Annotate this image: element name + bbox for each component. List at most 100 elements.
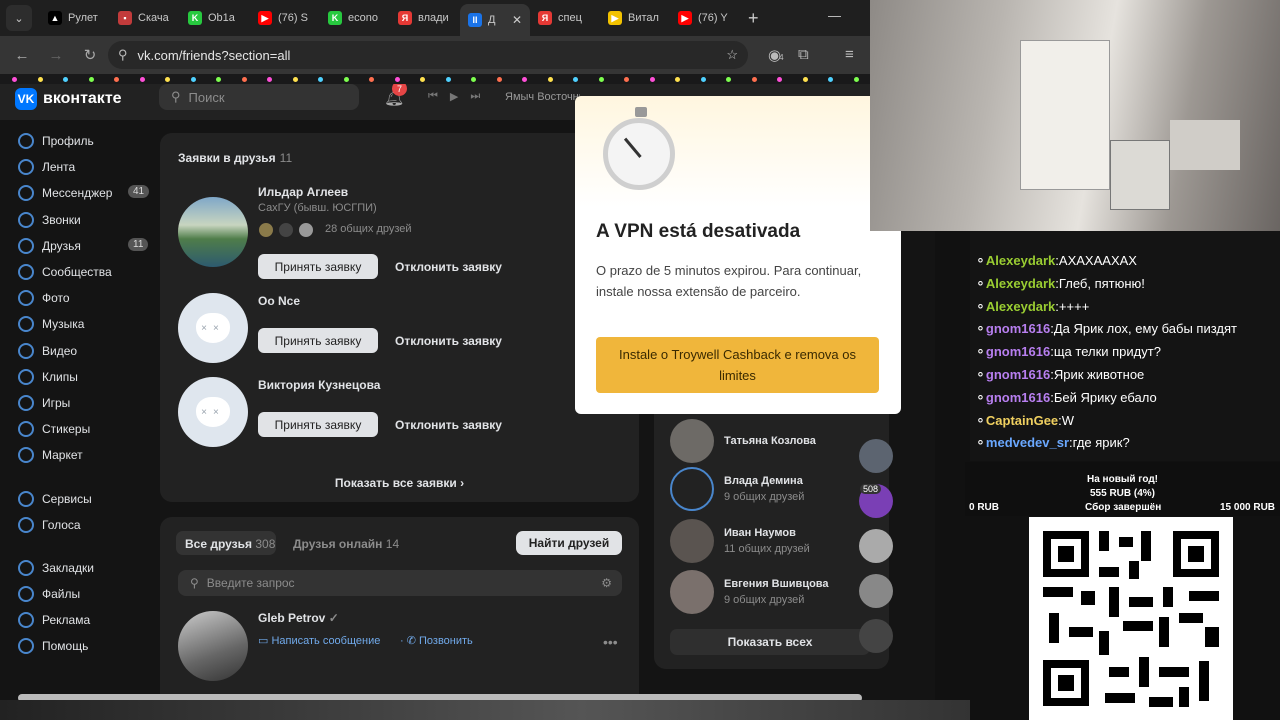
sidebar-item[interactable]: Стикеры xyxy=(0,416,155,442)
bookmark-star-icon[interactable]: ☆ xyxy=(726,47,738,63)
tab-1[interactable]: ▪ Скача xyxy=(110,4,180,32)
garland-bulb xyxy=(37,77,43,82)
sidebar-item[interactable]: Лента xyxy=(0,154,155,180)
show-all-requests-link[interactable]: Показать все заявки › xyxy=(160,476,639,490)
list-item[interactable]: Влада Демина 9 общих друзей xyxy=(670,467,804,511)
sidebar-item[interactable]: Фото xyxy=(0,285,155,311)
filter-icon[interactable]: ⚙ xyxy=(601,576,612,590)
decline-request-button[interactable]: Отклонить заявку xyxy=(395,334,502,348)
chat-username: gnom1616 xyxy=(985,344,1051,360)
chat-avatar[interactable] xyxy=(859,439,893,473)
sidebar-item-label: Сообщества xyxy=(42,265,112,280)
accept-request-button[interactable]: Принять заявку xyxy=(258,328,378,353)
tab-8[interactable]: ▶ Витал xyxy=(600,4,670,32)
tab-9[interactable]: ▶ (76) Y xyxy=(670,4,740,32)
sidebar-item[interactable]: Сервисы xyxy=(0,485,155,511)
sidebar-icon xyxy=(18,559,34,576)
vk-sidebar: Профиль Лента Мессенджер 41 Звонки Друзья 11 Со… xyxy=(0,128,155,660)
garland-bulb xyxy=(394,77,400,82)
find-friends-button[interactable]: Найти друзей xyxy=(516,531,622,555)
chat-avatar[interactable] xyxy=(859,619,893,653)
accept-request-button[interactable]: Принять заявку xyxy=(258,254,378,279)
requests-count: 11 xyxy=(279,151,293,165)
request-name[interactable]: Виктория Кузнецова xyxy=(258,378,380,392)
tab-7[interactable]: Яспец xyxy=(530,4,600,32)
list-item[interactable]: Татьяна Козлова xyxy=(670,419,816,463)
forward-arrow-icon[interactable]: → xyxy=(48,47,64,64)
sidebar-item[interactable]: Музыка xyxy=(0,311,155,337)
tab-4[interactable]: Kecono xyxy=(320,4,390,32)
sidebar-icon xyxy=(18,447,34,464)
sidebar-item[interactable]: Помощь xyxy=(0,633,155,659)
minimize-icon[interactable]: — xyxy=(828,8,841,23)
more-icon[interactable]: ••• xyxy=(603,634,618,650)
list-item[interactable]: Евгения Вшивцова 9 общих друзей xyxy=(670,570,829,614)
next-track-icon[interactable]: ⏭ xyxy=(470,90,480,103)
track-title[interactable]: Ямыч Восточный Округ, SUMUS – С xyxy=(505,91,580,103)
chat-avatar[interactable] xyxy=(859,529,893,563)
menu-icon[interactable]: ≡ xyxy=(845,46,854,63)
sidebar-item[interactable]: Сообщества xyxy=(0,259,155,285)
puzzle-icon[interactable]: ⧉ xyxy=(798,46,809,63)
vk-logo[interactable]: VK вконтакте xyxy=(15,88,122,110)
write-message-link[interactable]: ▭ Написать сообщение xyxy=(258,634,380,647)
back-arrow-icon[interactable]: ← xyxy=(14,47,30,64)
close-tab-icon[interactable]: ✕ xyxy=(512,13,522,27)
sidebar-item[interactable]: Мессенджер 41 xyxy=(0,180,155,206)
garland-bulb xyxy=(726,77,731,82)
sidebar-item[interactable]: Игры xyxy=(0,390,155,416)
sidebar-item[interactable]: Маркет xyxy=(0,442,155,468)
tab-favicon-icon: Я xyxy=(538,11,552,25)
decline-request-button[interactable]: Отклонить заявку xyxy=(395,418,502,432)
sidebar-item[interactable]: Друзья 11 xyxy=(0,233,155,259)
sidebar-item[interactable]: Файлы xyxy=(0,581,155,607)
show-all-button[interactable]: Показать всех xyxy=(670,629,870,655)
tab-label: Д xyxy=(488,14,496,26)
sidebar-item[interactable]: Видео xyxy=(0,338,155,364)
sidebar-item[interactable]: Клипы xyxy=(0,364,155,390)
tab-5[interactable]: Явлади xyxy=(390,4,460,32)
avatar[interactable] xyxy=(178,197,248,267)
extension-icon[interactable]: ◉4 xyxy=(768,46,784,64)
tab-6[interactable]: II Д ✕ xyxy=(460,4,530,36)
tab-label: Рулет xyxy=(68,12,98,24)
reload-icon[interactable]: ↻ xyxy=(82,46,98,64)
tab-2[interactable]: K Ob1a xyxy=(180,4,250,32)
list-item[interactable]: Иван Наумов 11 общих друзей xyxy=(670,519,810,563)
tab-3[interactable]: ▶ (76) S xyxy=(250,4,320,32)
tab-favicon-icon: ▲ xyxy=(48,11,62,25)
play-icon[interactable]: ▶ xyxy=(450,90,458,103)
avatar[interactable] xyxy=(178,611,248,681)
friend-name[interactable]: Gleb Petrov ✓ xyxy=(258,611,339,625)
sidebar-item[interactable]: Закладки xyxy=(0,555,155,581)
avatar[interactable]: ×× xyxy=(178,377,248,447)
accept-request-button[interactable]: Принять заявку xyxy=(258,412,378,437)
tab-0[interactable]: ▲ Рулет xyxy=(40,4,110,32)
request-name[interactable]: Ильдар Аглеев xyxy=(258,185,348,199)
call-link[interactable]: · ✆ Позвонить xyxy=(400,634,473,647)
garland-bulb xyxy=(12,77,17,82)
tab-all-friends[interactable]: Все друзья 308 xyxy=(185,537,275,551)
request-name[interactable]: Oo Nce xyxy=(258,294,300,308)
sidebar-item[interactable]: Реклама xyxy=(0,607,155,633)
vk-search-input[interactable]: ⚲ Поиск xyxy=(159,84,359,110)
new-tab-button[interactable]: + xyxy=(748,8,759,29)
avatar[interactable]: ×× xyxy=(178,293,248,363)
garland-bulb xyxy=(343,77,349,82)
tab-search-button[interactable]: ⌄ xyxy=(6,5,32,31)
install-extension-button[interactable]: Instale o Troywell Cashback e remova os … xyxy=(596,337,879,393)
prev-track-icon[interactable]: ⏮ xyxy=(428,90,438,103)
chat-message: ⚬gnom1616:Ярик животное xyxy=(975,367,1145,382)
mutual-friends[interactable]: 28 общих друзей xyxy=(325,223,412,235)
sidebar-item[interactable]: Профиль xyxy=(0,128,155,154)
friends-search-input[interactable]: ⚲ Введите запрос ⚙ xyxy=(178,570,622,596)
decline-request-button[interactable]: Отклонить заявку xyxy=(395,260,502,274)
tab-online-friends[interactable]: Друзья онлайн 14 xyxy=(293,537,399,551)
sidebar-item[interactable]: Голоса xyxy=(0,512,155,538)
site-info-icon[interactable]: ⚲ xyxy=(118,47,128,63)
search-icon: ⚲ xyxy=(171,89,181,104)
chat-avatar[interactable] xyxy=(859,574,893,608)
unread-badge: 508 xyxy=(860,484,882,494)
sidebar-item[interactable]: Звонки xyxy=(0,207,155,233)
url-bar[interactable]: ⚲ vk.com/friends?section=all ☆ xyxy=(108,41,748,69)
